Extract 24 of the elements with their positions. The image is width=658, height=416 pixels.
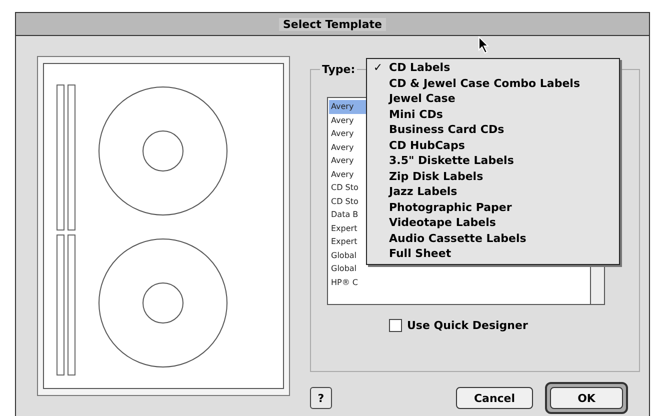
check-mark: ✓: [372, 60, 384, 76]
menu-item[interactable]: 3.5" Diskette Labels: [367, 153, 619, 168]
menu-item[interactable]: Mini CDs: [367, 106, 619, 122]
menu-item[interactable]: Jewel Case: [367, 91, 619, 106]
menu-item[interactable]: Audio Cassette Labels: [367, 230, 619, 246]
window-title: Select Template: [279, 18, 386, 30]
template-list-item[interactable]: HP® C: [329, 276, 581, 289]
menu-item[interactable]: Zip Disk Labels: [367, 168, 619, 184]
cancel-button[interactable]: Cancel: [456, 387, 533, 409]
menu-item[interactable]: ✓ CD Labels: [367, 60, 619, 76]
menu-item[interactable]: Jazz Labels: [367, 184, 619, 200]
menu-item[interactable]: CD & Jewel Case Combo Labels: [367, 76, 619, 91]
mouse-pointer-icon: [478, 36, 490, 54]
checkbox[interactable]: [389, 319, 402, 332]
ok-button[interactable]: OK: [550, 387, 623, 409]
type-label: Type:: [320, 63, 358, 76]
menu-item[interactable]: Videotape Labels: [367, 215, 619, 230]
checkbox-label: Use Quick Designer: [407, 319, 528, 332]
help-button[interactable]: ?: [310, 387, 332, 409]
menu-item[interactable]: Business Card CDs: [367, 122, 619, 138]
menu-item[interactable]: Full Sheet: [367, 246, 619, 262]
menu-item[interactable]: CD HubCaps: [367, 138, 619, 153]
menu-item[interactable]: Photographic Paper: [367, 200, 619, 215]
template-list-item[interactable]: Global: [329, 262, 581, 276]
